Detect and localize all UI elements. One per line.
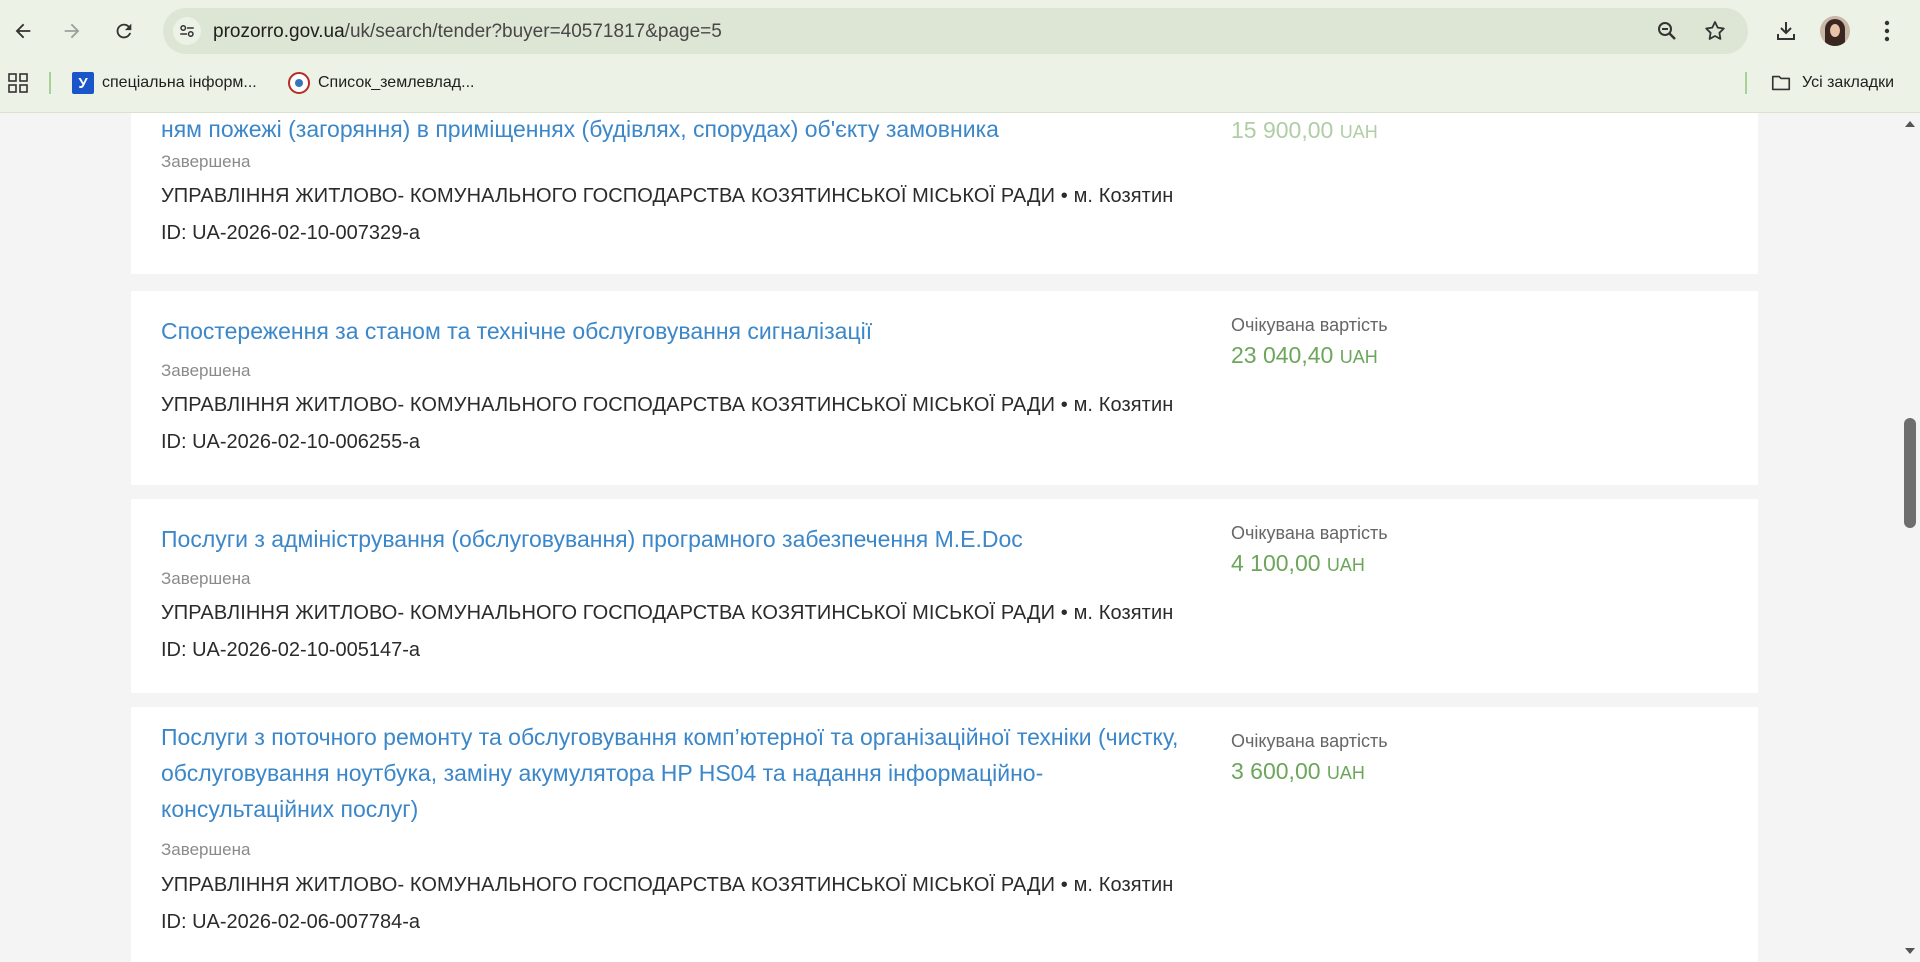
tender-title-link[interactable]: Спостереження за станом та технічне обсл…	[161, 313, 1181, 349]
url-path: /uk/search/tender?buyer=40571817&page=5	[344, 21, 722, 42]
price-label: Очікувана вартість	[1231, 731, 1388, 751]
tender-price: 15 900,00 UAH	[1231, 117, 1378, 144]
tender-buyer: УПРАВЛІННЯ ЖИТЛОВО- КОМУНАЛЬНОГО ГОСПОДА…	[161, 394, 1174, 416]
bookmarks-bar: У спеціальна інформ... Список_землевлад.…	[0, 66, 1920, 100]
profile-avatar[interactable]	[1820, 16, 1850, 46]
bookmark-item-1[interactable]: У спеціальна інформ...	[72, 69, 257, 97]
page-viewport: ням пожежі (загоряння) в приміщеннях (бу…	[0, 113, 1900, 962]
all-bookmarks-label: Усі закладки	[1802, 74, 1895, 91]
price-value: 3 600,00	[1231, 758, 1321, 784]
tender-status: Завершена	[161, 152, 251, 171]
tender-card: Спостереження за станом та технічне обсл…	[131, 291, 1758, 485]
tender-buyer: УПРАВЛІННЯ ЖИТЛОВО- КОМУНАЛЬНОГО ГОСПОДА…	[161, 602, 1174, 624]
zoom-icon[interactable]	[1655, 19, 1679, 43]
vertical-scrollbar[interactable]	[1900, 113, 1920, 962]
back-button[interactable]	[4, 12, 42, 50]
browser-chrome: prozorro.gov.ua/uk/search/tender?buyer=4…	[0, 0, 1920, 113]
tender-status: Завершена	[161, 361, 251, 380]
tender-title-link[interactable]: Послуги з поточного ремонту та обслугову…	[161, 719, 1181, 827]
price-value: 23 040,40	[1231, 342, 1334, 368]
address-bar[interactable]: prozorro.gov.ua/uk/search/tender?buyer=4…	[163, 8, 1748, 54]
tender-price: 3 600,00 UAH	[1231, 758, 1365, 785]
tender-id: ID: UA-2026-02-10-007329-a	[161, 222, 421, 244]
price-value: 4 100,00	[1231, 550, 1321, 576]
tender-buyer: УПРАВЛІННЯ ЖИТЛОВО- КОМУНАЛЬНОГО ГОСПОДА…	[161, 874, 1174, 896]
downloads-icon[interactable]	[1769, 14, 1803, 48]
price-currency: UAH	[1339, 122, 1378, 142]
url-text: prozorro.gov.ua/uk/search/tender?buyer=4…	[213, 21, 722, 43]
tender-price: 23 040,40 UAH	[1231, 342, 1378, 369]
u-favicon-icon: У	[72, 72, 94, 94]
bookmark-star-icon[interactable]	[1703, 19, 1727, 43]
bookmarks-divider	[49, 72, 51, 94]
price-label: Очікувана вартість	[1231, 315, 1388, 335]
tender-buyer: УПРАВЛІННЯ ЖИТЛОВО- КОМУНАЛЬНОГО ГОСПОДА…	[161, 185, 1174, 207]
site-info-icon[interactable]	[173, 17, 201, 45]
forward-button[interactable]	[53, 12, 91, 50]
arrow-left-icon	[15, 23, 31, 39]
reload-icon	[116, 23, 132, 39]
price-currency: UAH	[1339, 347, 1378, 367]
scrollbar-thumb[interactable]	[1904, 418, 1916, 528]
tender-card: Послуги з поточного ремонту та обслугову…	[131, 707, 1758, 962]
tender-card: Послуги з адміністрування (обслуговуванн…	[131, 499, 1758, 693]
bookmark-label: спеціальна інформ...	[102, 74, 257, 91]
url-host: prozorro.gov.ua	[213, 21, 345, 42]
price-currency: UAH	[1326, 555, 1365, 575]
arrow-right-icon	[64, 23, 80, 39]
tender-title-link[interactable]: ням пожежі (загоряння) в приміщеннях (бу…	[161, 113, 1181, 147]
price-currency: UAH	[1326, 763, 1365, 783]
tender-title-link[interactable]: Послуги з адміністрування (обслуговуванн…	[161, 521, 1181, 557]
bookmarks-divider	[1745, 72, 1747, 94]
tender-price: 4 100,00 UAH	[1231, 550, 1365, 577]
price-value: 15 900,00	[1231, 117, 1334, 143]
bookmark-item-2[interactable]: Список_землевлад...	[288, 69, 474, 97]
wikimedia-favicon-icon	[288, 72, 310, 94]
folder-icon	[1771, 75, 1791, 91]
menu-kebab-icon[interactable]	[1870, 14, 1904, 48]
scroll-up-arrow-icon[interactable]	[1904, 119, 1916, 129]
tender-card: ням пожежі (загоряння) в приміщеннях (бу…	[131, 113, 1758, 274]
tender-id: ID: UA-2026-02-06-007784-a	[161, 911, 421, 933]
all-bookmarks-button[interactable]: Усі закладки	[1770, 69, 1894, 97]
price-label: Очікувана вартість	[1231, 523, 1388, 543]
tender-status: Завершена	[161, 569, 251, 588]
scroll-down-arrow-icon[interactable]	[1904, 946, 1916, 956]
reload-button[interactable]	[105, 12, 143, 50]
tender-status: Завершена	[161, 840, 251, 859]
bookmark-label: Список_землевлад...	[318, 74, 475, 91]
tender-id: ID: UA-2026-02-10-005147-a	[161, 639, 421, 661]
apps-grid-icon[interactable]	[7, 72, 29, 94]
tender-id: ID: UA-2026-02-10-006255-a	[161, 431, 421, 453]
